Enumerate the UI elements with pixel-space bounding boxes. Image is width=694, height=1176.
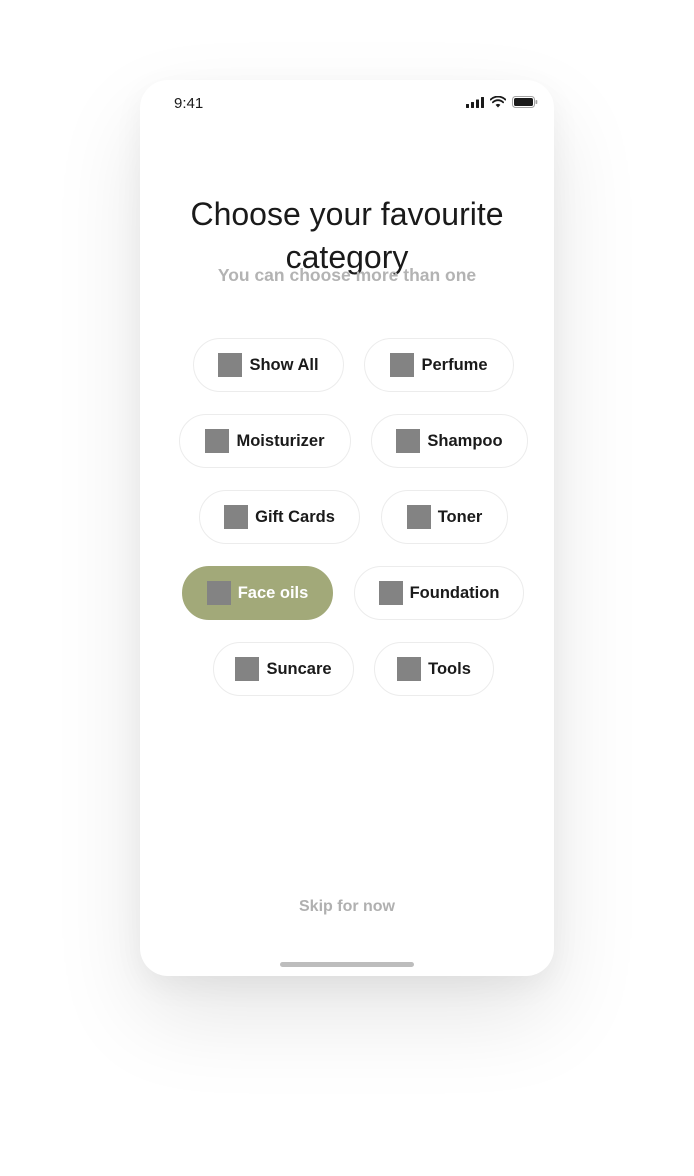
category-chip-moisturizer[interactable]: Moisturizer [179,414,351,468]
status-time: 9:41 [174,95,204,112]
status-icons [466,96,538,108]
wifi-icon [490,96,506,108]
category-chip-face-oils[interactable]: Face oils [182,566,333,620]
category-icon [206,581,231,605]
category-label: Foundation [409,583,500,602]
phone-screen: 9:41 Choose your favourite category You … [140,80,554,976]
category-icon [218,353,243,377]
category-chip-gift-cards[interactable]: Gift Cards [199,490,360,544]
category-chip-toner[interactable]: Toner [381,490,508,544]
category-icon [406,505,431,529]
category-label: Suncare [266,659,332,678]
canvas: 9:41 Choose your favourite category You … [0,0,694,1176]
category-icon [397,657,422,681]
category-label: Perfume [421,355,488,374]
category-icon [224,505,249,529]
status-bar: 9:41 [140,80,554,126]
category-label: Gift Cards [255,507,335,526]
category-label: Face oils [237,583,309,602]
skip-button[interactable]: Skip for now [140,898,554,916]
category-label: Toner [437,507,483,526]
category-label: Moisturizer [236,431,325,450]
signal-icon [466,96,484,108]
category-icon [378,581,403,605]
category-label: Show All [249,355,319,374]
category-chip-suncare[interactable]: Suncare [213,642,354,696]
category-label: Tools [428,659,471,678]
category-chip-shampoo[interactable]: Shampoo [371,414,528,468]
category-icon [390,353,415,377]
home-indicator [280,962,414,967]
category-icon [396,429,421,453]
category-label: Shampoo [427,431,503,450]
category-chip-foundation[interactable]: Foundation [354,566,524,620]
category-chip-tools[interactable]: Tools [374,642,494,696]
category-chip-show-all[interactable]: Show All [193,338,344,392]
category-icon [205,429,230,453]
category-icon [235,657,260,681]
page-subtitle: You can choose more than one [217,265,477,285]
battery-icon [512,96,538,108]
category-chip-perfume[interactable]: Perfume [364,338,514,392]
